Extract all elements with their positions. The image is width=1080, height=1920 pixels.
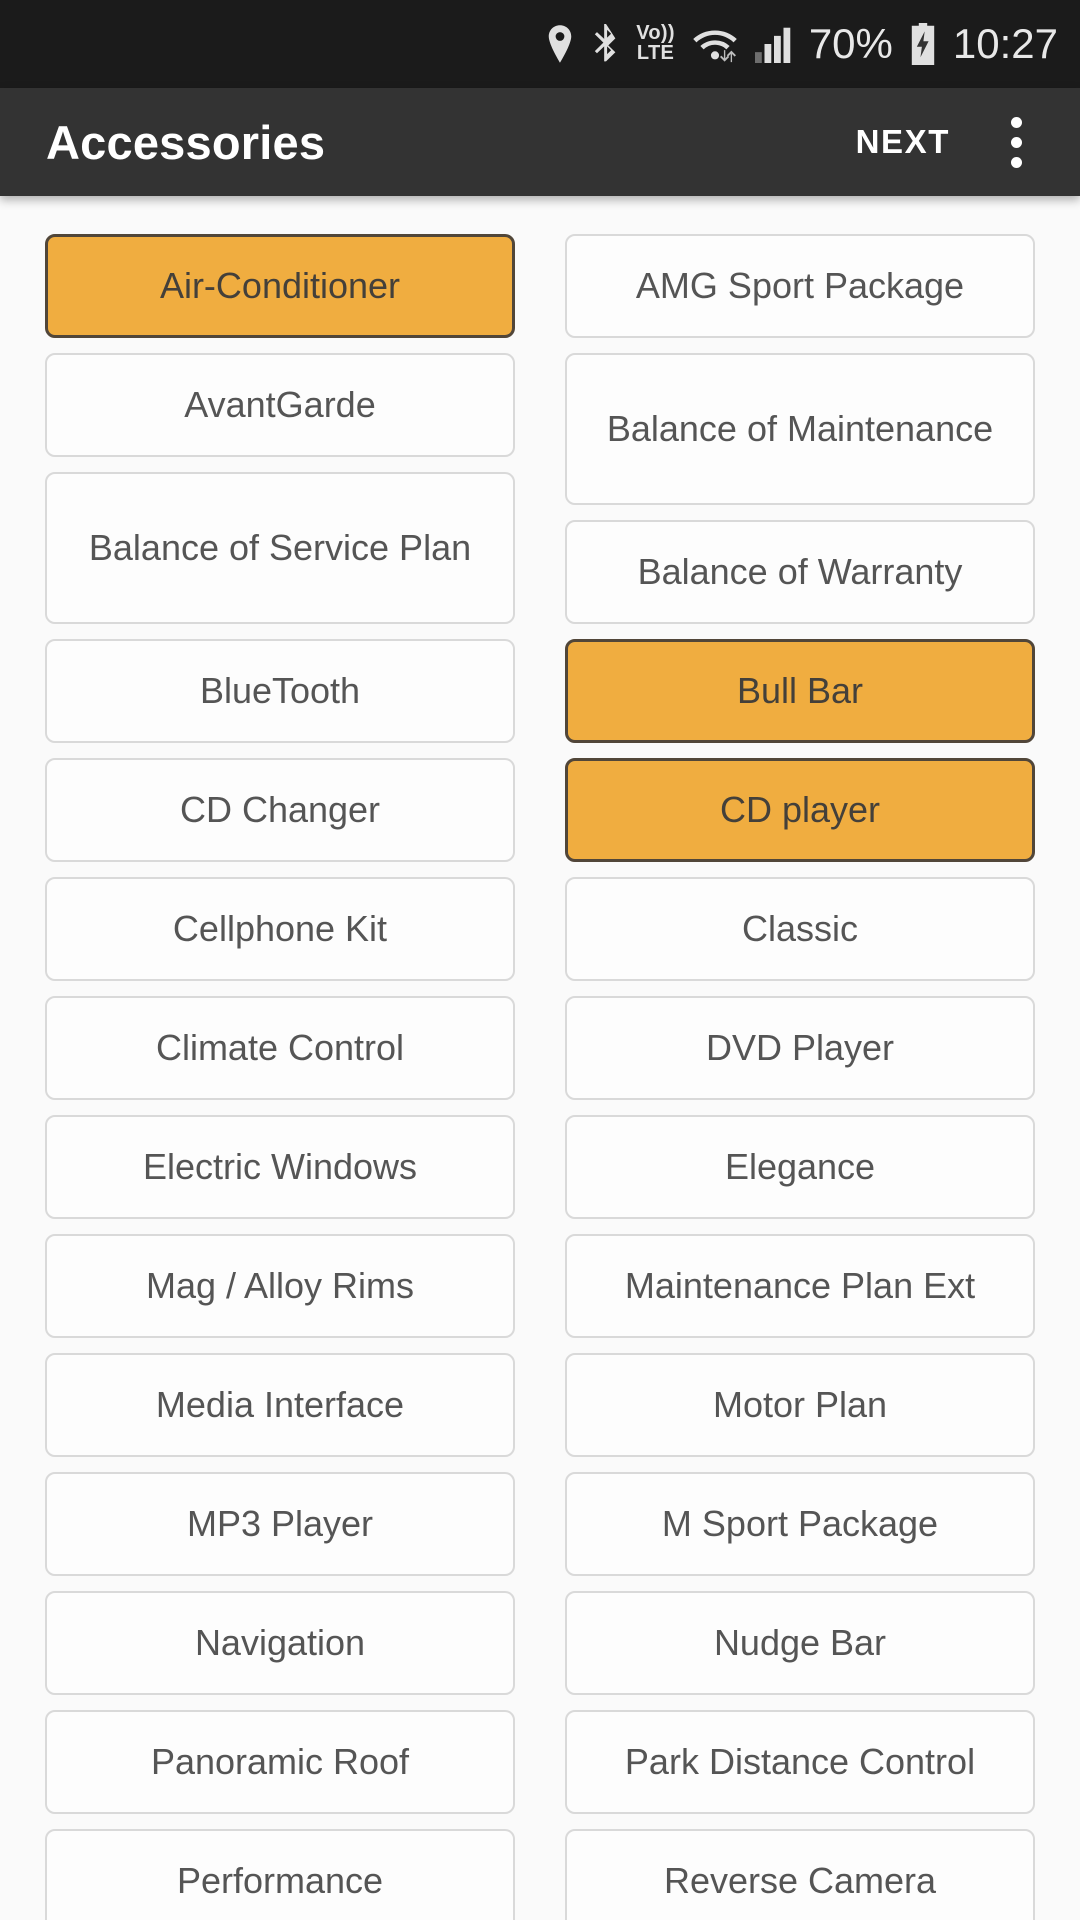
accessory-option[interactable]: Bull Bar xyxy=(565,639,1035,743)
accessory-option[interactable]: Cellphone Kit xyxy=(45,877,515,981)
accessory-option[interactable]: BlueTooth xyxy=(45,639,515,743)
status-bar-icons: Vo)) LTE xyxy=(545,24,793,64)
accessory-option[interactable]: AMG Sport Package xyxy=(565,234,1035,338)
battery-percent-label: 70% xyxy=(808,20,893,67)
app-toolbar: Accessories NEXT xyxy=(0,88,1080,196)
accessory-option[interactable]: Motor Plan xyxy=(565,1353,1035,1457)
accessory-option[interactable]: Panoramic Roof xyxy=(45,1710,515,1814)
accessory-option[interactable]: Elegance xyxy=(565,1115,1035,1219)
accessory-option[interactable]: CD player xyxy=(565,758,1035,862)
accessory-option[interactable]: DVD Player xyxy=(565,996,1035,1100)
accessory-option[interactable]: Nudge Bar xyxy=(565,1591,1035,1695)
accessories-left-column: Air-Conditioner AvantGarde Balance of Serv… xyxy=(45,234,515,1920)
accessory-option[interactable]: Navigation xyxy=(45,1591,515,1695)
accessory-option[interactable]: Air-Conditioner xyxy=(45,234,515,338)
overflow-dot xyxy=(1010,156,1022,168)
bluetooth-icon xyxy=(592,24,619,64)
overflow-dot xyxy=(1010,116,1022,128)
overflow-dot xyxy=(1010,136,1022,148)
next-button[interactable]: NEXT xyxy=(838,109,968,175)
wifi-icon xyxy=(692,25,738,63)
accessory-option[interactable]: CD Changer xyxy=(45,758,515,862)
accessory-option[interactable]: Climate Control xyxy=(45,996,515,1100)
accessory-option[interactable]: Balance of Warranty xyxy=(565,520,1035,624)
accessories-right-column: AMG Sport Package Balance of Maintenance B… xyxy=(565,234,1035,1920)
accessory-option[interactable]: M Sport Package xyxy=(565,1472,1035,1576)
accessory-option[interactable]: Electric Windows xyxy=(45,1115,515,1219)
accessory-option[interactable]: Maintenance Plan Ext xyxy=(565,1234,1035,1338)
page-title: Accessories xyxy=(46,115,326,169)
accessory-option[interactable]: Balance of Service Plan xyxy=(45,472,515,624)
accessory-option[interactable]: Balance of Maintenance xyxy=(565,353,1035,505)
accessory-option[interactable]: Media Interface xyxy=(45,1353,515,1457)
battery-charging-icon xyxy=(909,23,937,65)
location-icon xyxy=(545,25,575,63)
accessory-option[interactable]: AvantGarde xyxy=(45,353,515,457)
accessory-option[interactable]: MP3 Player xyxy=(45,1472,515,1576)
accessory-option[interactable]: Park Distance Control xyxy=(565,1710,1035,1814)
accessory-option[interactable]: Reverse Camera xyxy=(565,1829,1035,1920)
accessory-option[interactable]: Mag / Alloy Rims xyxy=(45,1234,515,1338)
accessory-option[interactable]: Classic xyxy=(565,877,1035,981)
volte-bottom-text: LTE xyxy=(636,42,675,64)
status-bar: Vo)) LTE 70% 10:27 xyxy=(0,0,1080,88)
accessory-option[interactable]: Performance xyxy=(45,1829,515,1920)
volte-icon: Vo)) LTE xyxy=(636,24,675,63)
overflow-menu-icon[interactable] xyxy=(982,105,1050,179)
accessories-list[interactable]: Air-Conditioner AvantGarde Balance of Serv… xyxy=(0,196,1080,1920)
signal-icon xyxy=(754,25,793,63)
clock-label: 10:27 xyxy=(952,20,1058,67)
